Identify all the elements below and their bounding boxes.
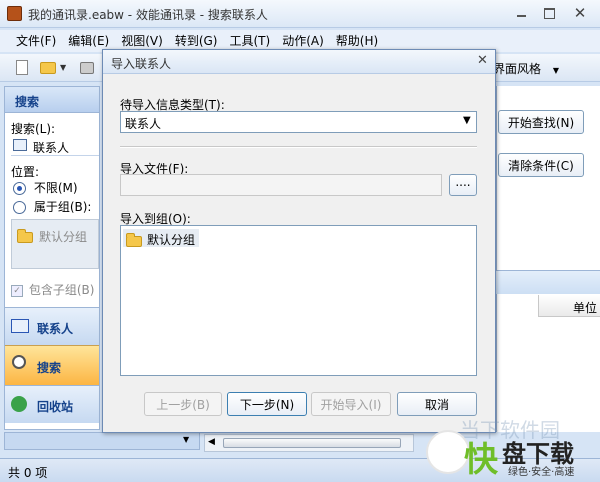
nav-recycle-label: 回收站 [37, 400, 74, 414]
start-import-label: 开始导入(I) [320, 397, 382, 412]
scroll-thumb[interactable] [223, 438, 401, 448]
group-tree[interactable]: 默认分组 [120, 225, 477, 376]
column-unit-label: 单位 [573, 301, 598, 315]
radio-unlimited-label: 不限(M) [33, 181, 78, 195]
radio-group[interactable]: 属于组(B): [13, 198, 91, 215]
start-import-button[interactable]: 开始导入(I) [311, 392, 391, 416]
status-text: 共 0 项 [8, 466, 48, 480]
menu-file[interactable]: 文件(F) [10, 30, 62, 52]
position-label: 位置: [11, 165, 40, 179]
divider [120, 146, 477, 148]
app-icon [7, 6, 22, 21]
cancel-label: 取消 [424, 397, 449, 412]
radio-unlimited[interactable]: 不限(M) [13, 179, 78, 196]
next-button[interactable]: 下一步(N) [227, 392, 307, 416]
dialog-titlebar: 导入联系人 ✕ [103, 50, 495, 74]
maximize-button[interactable] [538, 4, 560, 22]
browse-button[interactable]: .... [449, 174, 477, 196]
search-type-value: 联系人 [33, 141, 70, 155]
radio-group-label: 属于组(B): [33, 200, 92, 214]
nav-contacts[interactable]: 联系人 [5, 307, 99, 345]
browse-label: .... [455, 175, 471, 189]
magnifier-icon [12, 355, 26, 369]
results-header-strip [496, 270, 600, 294]
open-folder-icon[interactable] [40, 62, 56, 74]
horizontal-scrollbar[interactable]: ◀ [204, 434, 414, 452]
dropdown-arrow-icon[interactable]: ▼ [60, 63, 66, 72]
search-type-field[interactable]: 联系人 [11, 136, 99, 156]
nav-search-label: 搜索 [37, 361, 62, 375]
include-subgroups-checkbox[interactable]: ✓ 包含子组(B) [11, 281, 94, 298]
dialog-title: 导入联系人 [111, 57, 172, 71]
column-header-unit[interactable]: 单位 [538, 295, 600, 317]
contacts-icon [11, 319, 29, 333]
clear-conditions-button[interactable]: 清除条件(C) [498, 153, 584, 177]
chevron-down-icon[interactable]: ▼ [183, 435, 189, 444]
watermark: 当下软件园 快 盘下载 绿色·安全·高速 [420, 412, 600, 482]
file-input[interactable] [120, 174, 442, 196]
chevron-down-icon: ▼ [552, 66, 559, 75]
dialog-close-icon[interactable]: ✕ [477, 53, 488, 68]
radio-unselected-icon [13, 201, 26, 214]
include-subgroups-label: 包含子组(B) [28, 283, 95, 297]
theme-dropdown[interactable]: 界面风格 ▼ [493, 60, 559, 77]
radio-selected-icon [13, 182, 26, 195]
contact-card-icon [13, 139, 27, 151]
minimize-icon [516, 15, 526, 17]
title-bar: 我的通讯录.eabw - 效能通讯录 - 搜索联系人 ✕ [0, 0, 600, 28]
sidebar-header-title: 搜索 [15, 95, 40, 109]
scroll-left-icon[interactable]: ◀ [208, 437, 215, 447]
group-list-item: 默认分组 [39, 230, 88, 244]
recycle-icon [11, 396, 27, 412]
maximize-icon [543, 7, 555, 19]
sidebar-footer: ▼ [4, 432, 200, 450]
type-select-value: 联系人 [125, 117, 162, 131]
group-tree-item-label: 默认分组 [147, 233, 196, 247]
close-icon: ✕ [573, 4, 587, 22]
chevron-down-icon: ▼ [463, 115, 471, 126]
group-tree-item[interactable]: 默认分组 [123, 229, 199, 247]
folder-icon [17, 229, 33, 243]
nav-recycle[interactable]: 回收站 [5, 385, 99, 423]
checkbox-checked-icon: ✓ [11, 284, 23, 297]
group-list[interactable]: 默认分组 [11, 219, 99, 269]
watermark-slogan: 绿色·安全·高速 [508, 467, 575, 478]
new-icon[interactable] [16, 60, 28, 75]
print-icon[interactable] [80, 62, 94, 74]
import-dialog: 导入联系人 ✕ 待导入信息类型(T): 联系人 ▼ 导入文件(F): .... … [102, 49, 496, 433]
close-window-button[interactable]: ✕ [568, 4, 592, 22]
theme-label: 界面风格 [493, 62, 542, 76]
start-search-label: 开始查找(N) [507, 115, 575, 130]
window-title: 我的通讯录.eabw - 效能通讯录 - 搜索联系人 [28, 8, 268, 22]
minimize-button[interactable] [510, 4, 532, 22]
sidebar-header: 搜索 [5, 87, 99, 113]
clear-conditions-label: 清除条件(C) [508, 158, 574, 173]
prev-label: 上一步(B) [156, 397, 210, 412]
prev-button[interactable]: 上一步(B) [144, 392, 222, 416]
nav-search[interactable]: 搜索 [5, 345, 99, 385]
folder-icon [126, 233, 142, 247]
watermark-logo-text: 快 [464, 440, 498, 480]
type-select[interactable]: 联系人 ▼ [120, 111, 477, 133]
nav-contacts-label: 联系人 [37, 322, 74, 336]
search-label: 搜索(L): [11, 122, 56, 136]
sidebar: 搜索 搜索(L): 联系人 位置: 不限(M) 属于组(B): 默认分组 ✓ 包… [4, 86, 100, 430]
next-label: 下一步(N) [239, 397, 295, 412]
main-area [496, 86, 600, 432]
start-search-button[interactable]: 开始查找(N) [498, 110, 584, 134]
